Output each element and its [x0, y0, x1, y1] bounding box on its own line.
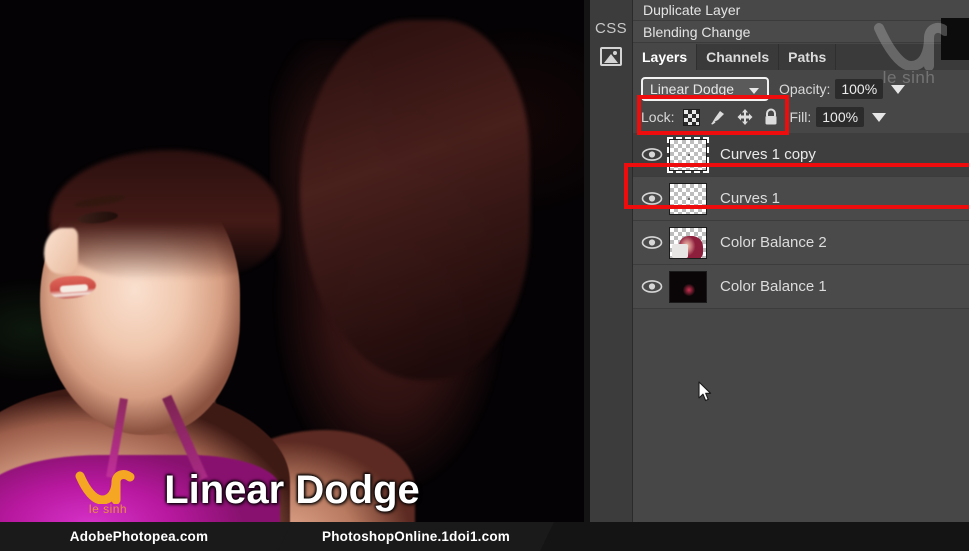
layer-thumbnail[interactable]	[669, 182, 707, 215]
bottom-bar-left-label: AdobePhotopea.com	[0, 522, 292, 551]
mouse-pointer-icon	[698, 381, 712, 403]
bottom-bar: AdobePhotopea.com PhotoshopOnline.1doi1.…	[0, 522, 969, 551]
right-panel: le sinh Duplicate Layer Blending Change …	[633, 0, 969, 551]
thumb-highlight	[672, 243, 688, 258]
layer-row-color-balance-1[interactable]: Color Balance 1	[633, 265, 969, 309]
image-icon[interactable]	[600, 47, 622, 66]
lock-transparency-icon[interactable]	[683, 108, 701, 126]
layer-thumbnail[interactable]	[669, 226, 707, 259]
image-canvas[interactable]: le sinh Linear Dodge	[0, 0, 584, 551]
layer-name: Curves 1	[720, 190, 781, 207]
layer-name: Color Balance 1	[720, 278, 827, 295]
thumb-figure	[683, 283, 695, 296]
fill-value[interactable]: 100%	[816, 107, 865, 127]
eye-icon[interactable]	[641, 235, 663, 250]
tool-column: CSS	[590, 0, 633, 551]
thumb-dot	[688, 197, 690, 200]
panel-tabs: Layers Channels Paths	[633, 44, 969, 70]
lock-row: Lock: Fill: 100%	[633, 104, 969, 130]
eye-icon[interactable]	[641, 279, 663, 294]
photo-nose	[44, 228, 78, 274]
thumb-dot	[688, 153, 690, 156]
layer-thumbnail[interactable]	[669, 270, 707, 303]
tab-channels[interactable]: Channels	[697, 44, 780, 70]
layers-list: Curves 1 copy Curves 1 Color Balance 2 C…	[633, 133, 969, 469]
history-item-blending-change[interactable]: Blending Change	[633, 21, 969, 43]
css-button[interactable]: CSS	[590, 20, 632, 37]
fill-label: Fill:	[789, 109, 812, 125]
app-window: le sinh Linear Dodge CSS le sinh Duplica…	[0, 0, 969, 551]
fill-chevron-down-icon[interactable]	[872, 112, 887, 122]
layer-row-curves-1-copy[interactable]: Curves 1 copy	[633, 133, 969, 177]
blend-mode-select[interactable]: Linear Dodge	[641, 77, 769, 101]
layer-thumbnail[interactable]	[667, 136, 709, 173]
opacity-label: Opacity:	[779, 81, 831, 97]
tab-paths[interactable]: Paths	[779, 44, 837, 70]
layer-name: Color Balance 2	[720, 234, 827, 251]
lock-label: Lock:	[641, 109, 675, 125]
bottom-bar-right-label: PhotoshopOnline.1doi1.com	[278, 522, 554, 551]
tab-layers[interactable]: Layers	[633, 44, 698, 70]
history-item-duplicate-layer[interactable]: Duplicate Layer	[633, 0, 969, 21]
layer-row-color-balance-2[interactable]: Color Balance 2	[633, 221, 969, 265]
lock-icon-group	[683, 108, 779, 126]
lock-paint-icon[interactable]	[709, 108, 727, 126]
layer-name: Curves 1 copy	[720, 146, 816, 163]
opacity-chevron-down-icon[interactable]	[891, 84, 906, 94]
layer-row-curves-1[interactable]: Curves 1	[633, 177, 969, 221]
chevron-down-icon	[749, 88, 759, 94]
blend-mode-row: Linear Dodge Opacity: 100%	[633, 74, 969, 104]
blend-mode-value: Linear Dodge	[650, 81, 735, 97]
opacity-value[interactable]: 100%	[835, 79, 884, 99]
eye-icon[interactable]	[641, 147, 663, 162]
lock-position-icon[interactable]	[736, 108, 754, 126]
layers-empty-space	[633, 309, 969, 469]
lock-all-icon[interactable]	[763, 108, 779, 126]
panel-dark-block	[941, 18, 969, 60]
eye-icon[interactable]	[641, 191, 663, 206]
